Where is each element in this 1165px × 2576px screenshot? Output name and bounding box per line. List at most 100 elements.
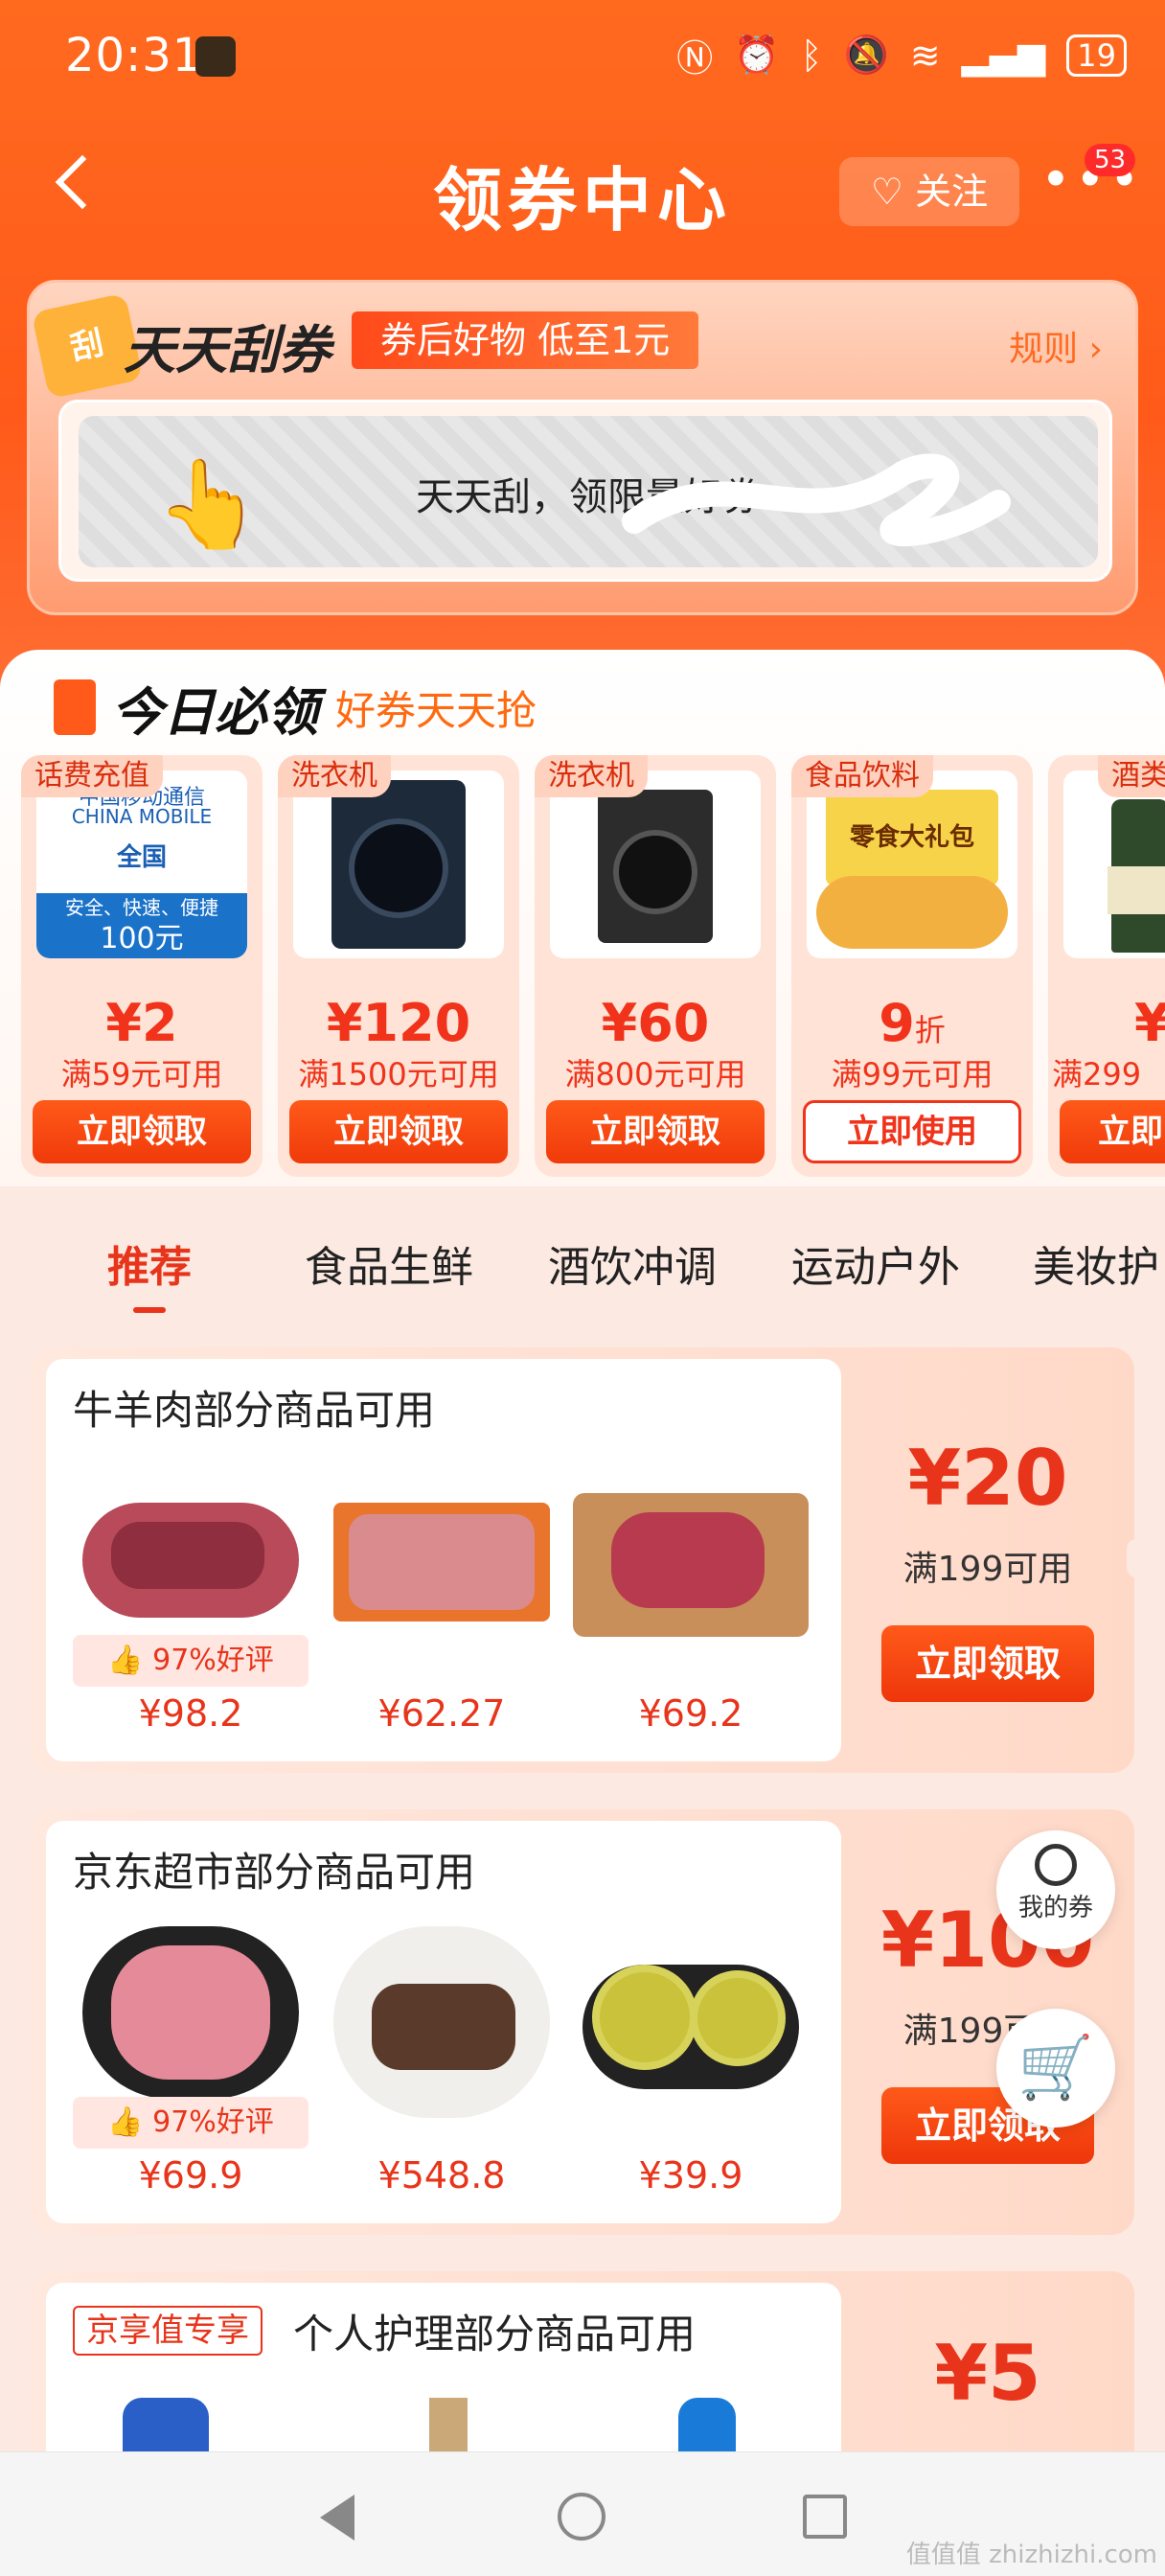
washing-machine-image — [293, 770, 504, 958]
product-price: ¥548.8 — [377, 2154, 506, 2196]
follow-button[interactable]: ♡ 关注 — [839, 157, 1019, 226]
coupon-amount: 9折 — [791, 995, 1033, 1059]
today-icon — [54, 679, 96, 735]
claim-button[interactable]: 立即 — [1060, 1100, 1165, 1163]
claim-button[interactable]: 立即领取 — [33, 1100, 251, 1163]
scratch-area[interactable]: 天天刮，领限量好券 👆 — [58, 400, 1112, 582]
today-section: 今日必领 好券天天抢 中国移动通信 CHINA MOBILE 全国 安全、快速、… — [0, 650, 1165, 1186]
coupon-amount: ¥20 — [907, 1434, 1068, 1523]
rules-link[interactable]: 规则 › — [1009, 321, 1103, 371]
coupon-card[interactable]: 酒类 ¥3 满299 立即 — [1048, 755, 1165, 1177]
recharge-slogan: 安全、快速、便捷 — [65, 896, 218, 919]
coupon-card[interactable]: 洗衣机 ¥120 满1500元可用 立即领取 — [278, 755, 519, 1177]
coupon-scope-title: 个人护理部分商品可用 — [293, 2311, 697, 2358]
home-nav-icon[interactable] — [558, 2493, 605, 2541]
coupon-card[interactable]: 零食大礼包 食品饮料 9折 满99元可用 立即使用 — [791, 755, 1033, 1177]
category-tag: 食品饮料 — [791, 755, 933, 797]
product-price: ¥98.2 — [138, 1692, 243, 1735]
china-mobile-en: CHINA MOBILE — [71, 805, 213, 828]
product-panel: 牛羊肉部分商品可用 👍 97%好评 ¥98.2 ¥62.27 ¥69.2 — [46, 1359, 841, 1761]
product-image[interactable] — [324, 1926, 560, 2118]
discount-unit: 折 — [914, 1012, 946, 1048]
tab-label: 美妆护 — [1033, 1243, 1159, 1292]
claim-button[interactable]: 立即领取 — [881, 1625, 1094, 1702]
tab-recommend[interactable]: 推荐 — [107, 1196, 192, 1340]
today-title: 今日必领 — [111, 681, 318, 743]
coupon-condition: 满59元可用 — [60, 1056, 223, 1092]
thumb-up-icon: 👍 — [107, 2105, 144, 2139]
tab-drinks[interactable]: 酒饮冲调 — [548, 1196, 717, 1340]
tab-label: 酒饮冲调 — [548, 1243, 717, 1292]
heart-icon: ♡ — [870, 171, 903, 213]
scratch-surface[interactable]: 天天刮，领限量好券 👆 — [79, 416, 1098, 567]
app-notification-icon — [195, 36, 236, 77]
cart-icon: 🛒 — [1017, 2033, 1094, 2104]
coupon-amount: ¥5 — [934, 2329, 1041, 2418]
cart-button[interactable]: 🛒 — [996, 2009, 1115, 2128]
product-price: ¥69.2 — [638, 1692, 743, 1735]
category-tag: 话费充值 — [21, 755, 163, 797]
wifi-icon: ≋ — [909, 34, 941, 77]
user-icon — [1035, 1844, 1077, 1886]
alarm-icon: ⏰ — [734, 34, 780, 76]
coupon-condition: 满299 — [1052, 1056, 1142, 1092]
tab-label: 运动户外 — [791, 1243, 960, 1292]
watermark: 值值值 zhizhizhi.com — [905, 2541, 1157, 2569]
liquor-image — [1063, 770, 1165, 958]
recents-nav-icon[interactable] — [803, 2495, 847, 2539]
product-image[interactable] — [123, 2398, 209, 2455]
coupon-value-panel: ¥20 满199可用 立即领取 — [841, 1347, 1134, 1773]
bluetooth-icon: ᛒ — [800, 34, 823, 77]
coupon-card[interactable]: 中国移动通信 CHINA MOBILE 全国 安全、快速、便捷 100元 话费充… — [21, 755, 263, 1177]
back-nav-icon[interactable] — [320, 2495, 354, 2541]
tab-fresh-food[interactable]: 食品生鲜 — [305, 1196, 473, 1340]
signal-icon: ▂▄▆ — [961, 34, 1046, 77]
battery-indicator: 19 — [1066, 34, 1127, 77]
discount-value: 9 — [879, 993, 915, 1053]
tab-label: 食品生鲜 — [305, 1243, 473, 1292]
good-rate: 97%好评 — [152, 1644, 274, 1677]
tab-sports[interactable]: 运动户外 — [791, 1196, 960, 1340]
coupon-amount: ¥3 — [1134, 993, 1165, 1053]
status-time: 20:31 — [65, 29, 203, 82]
product-image[interactable] — [324, 1474, 560, 1637]
thumb-up-icon: 👍 — [107, 1644, 144, 1677]
coupon-carousel[interactable]: 中国移动通信 CHINA MOBILE 全国 安全、快速、便捷 100元 话费充… — [21, 755, 1165, 1177]
active-tab-indicator — [133, 1307, 166, 1313]
product-image[interactable] — [678, 2398, 736, 2455]
washing-machine-image — [550, 770, 761, 958]
today-header: 今日必领 好券天天抢 — [54, 669, 537, 746]
coupon-card[interactable]: 洗衣机 ¥60 满800元可用 立即领取 — [535, 755, 776, 1177]
message-badge: 53 — [1085, 144, 1136, 176]
use-button[interactable]: 立即使用 — [803, 1100, 1021, 1163]
product-price: ¥39.9 — [638, 2154, 743, 2196]
category-tag: 洗衣机 — [535, 755, 648, 797]
mute-icon: 🔕 — [843, 34, 889, 76]
coupon-condition: 满199可用 — [902, 1550, 1073, 1589]
coupon-amount: ¥120 — [326, 993, 471, 1053]
claim-button[interactable]: 立即领取 — [546, 1100, 765, 1163]
today-subtitle: 好券天天抢 — [335, 686, 537, 734]
category-tag: 酒类 — [1098, 755, 1165, 797]
coupon-condition: 满1500元可用 — [298, 1056, 499, 1092]
product-image[interactable] — [73, 1926, 308, 2099]
my-coupons-label: 我的券 — [1017, 1894, 1093, 1922]
store-coupon-block[interactable]: 京东超市部分商品可用 👍 97%好评 ¥69.9 ¥548.8 ¥39.9 ¥1… — [31, 1809, 1134, 2235]
status-bar: 20:31 Ⓝ ⏰ ᛒ 🔕 ≋ ▂▄▆ 19 — [0, 0, 1165, 115]
category-tabs: 推荐 食品生鲜 酒饮冲调 运动户外 美妆护 — [0, 1196, 1165, 1340]
my-coupons-button[interactable]: 我的券 — [996, 1830, 1115, 1949]
snack-pack-label: 零食大礼包 — [826, 790, 998, 886]
scratch-coupon-banner: 刮 天天刮券 券后好物 低至1元 规则 › 天天刮，领限量好券 👆 — [27, 280, 1138, 615]
product-image[interactable] — [573, 1474, 809, 1637]
tab-beauty[interactable]: 美妆护 — [1033, 1196, 1159, 1340]
product-image[interactable] — [73, 1474, 308, 1637]
store-coupon-block[interactable]: 牛羊肉部分商品可用 👍 97%好评 ¥98.2 ¥62.27 ¥69.2 ¥20… — [31, 1347, 1146, 1773]
claim-button[interactable]: 立即领取 — [289, 1100, 508, 1163]
product-image[interactable] — [573, 1936, 809, 2099]
region-label: 全国 — [116, 843, 167, 872]
coupon-scope-title: 牛羊肉部分商品可用 — [73, 1387, 436, 1434]
nfc-icon: Ⓝ — [676, 37, 714, 80]
status-icons: Ⓝ ⏰ ᛒ 🔕 ≋ ▂▄▆ 19 — [676, 29, 1127, 81]
snack-pack-image: 零食大礼包 — [807, 770, 1017, 958]
product-image[interactable] — [429, 2398, 468, 2455]
